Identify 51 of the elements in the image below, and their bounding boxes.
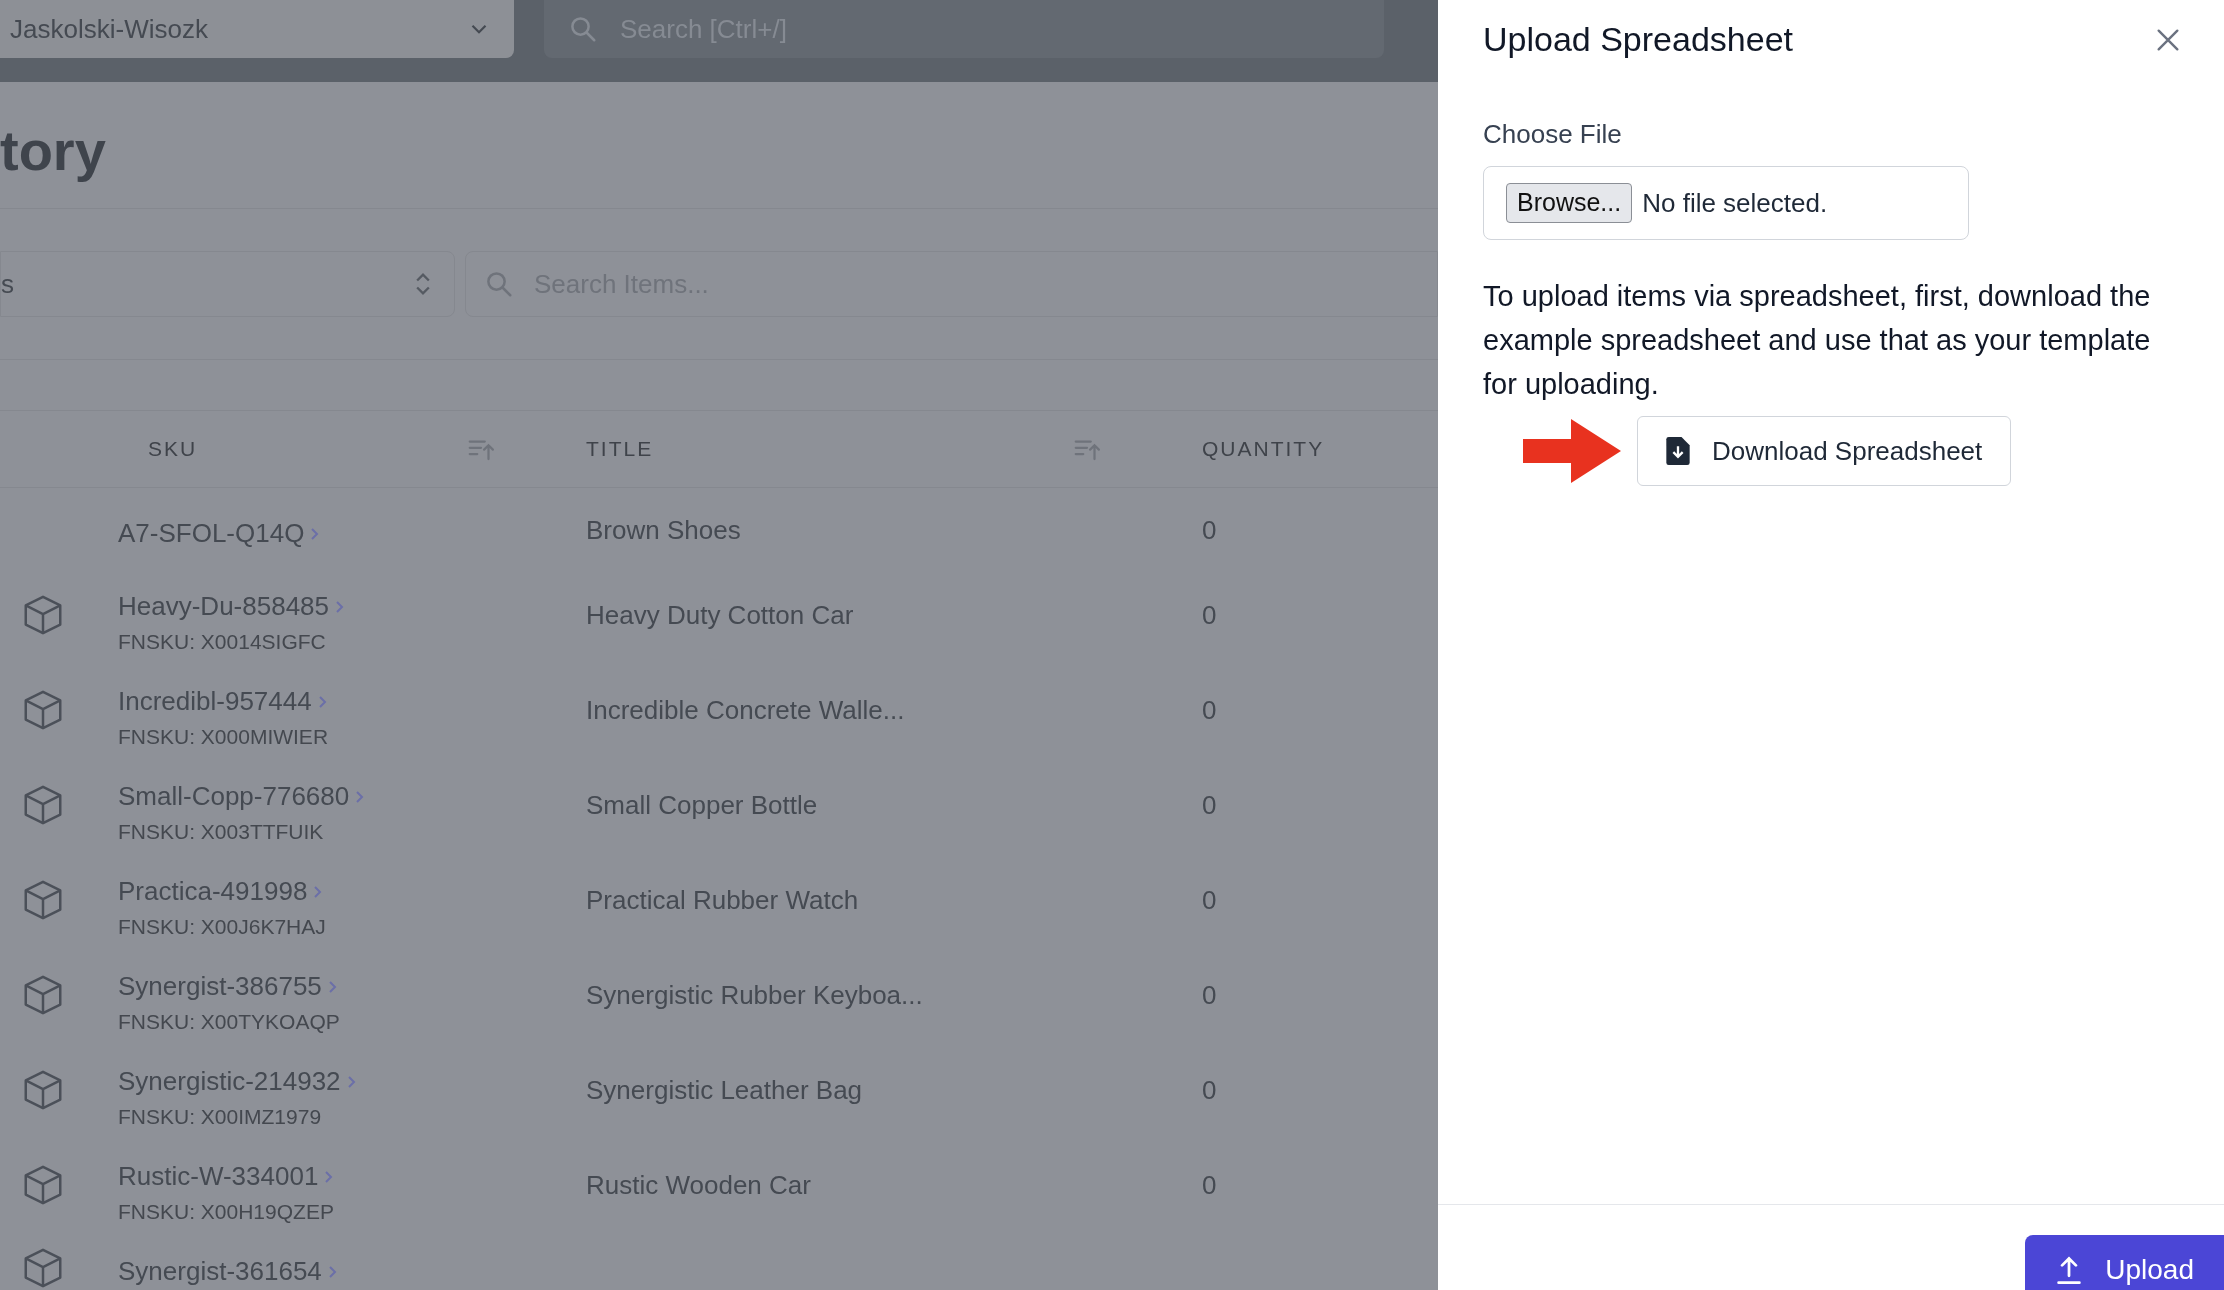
item-title: Rustic Wooden Car [586,1168,811,1202]
quantity-value: 0 [1202,598,1217,632]
sku-link[interactable]: Small-Copp-776680 [118,777,350,816]
column-header: SKU [148,436,198,463]
sku-link[interactable]: A7-SFOL-Q14Q [118,514,305,553]
fnsku-text: FNSKU: X0014SIGFC [118,629,327,655]
quantity-value: 0 [1202,883,1217,917]
item-title: Small Copper Bottle [586,788,818,822]
fnsku-text: FNSKU: X00TYKOAQP [118,1009,341,1035]
quantity-value: 0 [1202,1168,1217,1202]
search-icon [484,269,514,299]
sku-link[interactable]: Incredibl-957444 [118,682,312,721]
arrow-right-icon [1523,419,1621,483]
field-label: Choose File [1483,118,1623,151]
sku-link[interactable]: Rustic-W-334001 [118,1157,319,1196]
sku-link[interactable]: Synergist-386755 [118,967,322,1006]
item-title: Incredible Concrete Walle... [586,693,905,727]
fnsku-text: FNSKU: X003TTFUIK [118,819,325,845]
column-header: TITLE [586,436,654,463]
fnsku-text: FNSKU: X000MIWIER [118,724,330,750]
search-icon [568,14,598,44]
item-title: Synergistic Leather Bag [586,1073,863,1107]
browse-button[interactable]: Browse... [1506,183,1633,223]
sku-link[interactable]: Synergistic-214932 [118,1062,341,1101]
sku-link[interactable]: Practica-491998 [118,872,308,911]
download-spreadsheet-button[interactable]: Download Spreadsheet [1637,416,2012,486]
item-title: Practical Rubber Watch [586,883,859,917]
column-header: QUANTITY [1202,436,1325,463]
panel-title: Upload Spreadsheet [1483,19,1793,60]
file-status-text: No file selected. [1642,186,1828,220]
upload-button[interactable]: Upload [2025,1235,2224,1290]
quantity-value: 0 [1202,978,1217,1012]
page-title: tory [0,118,106,184]
fnsku-text: FNSKU: X00IMZ1979 [118,1104,323,1130]
upload-icon [2055,1255,2084,1285]
item-title: Synergistic Rubber Keyboa... [586,978,923,1012]
file-input-field[interactable]: Browse... No file selected. [1483,166,1969,240]
quantity-value: 0 [1202,693,1217,727]
fnsku-text: FNSKU: X00J6K7HAJ [118,914,327,940]
file-download-icon [1666,437,1690,465]
sku-link[interactable]: Synergist-361654 [118,1252,322,1290]
organization-select[interactable]: Jaskolski-Wisozk [0,0,514,58]
fnsku-text: FNSKU: X00H19QZEP [118,1199,335,1225]
item-title: Brown Shoes [586,513,741,547]
quantity-value: 0 [1202,788,1217,822]
instructions-text: To upload items via spreadsheet, first, download the example spreadsheet and use that as your template for uploading. [1483,279,2152,402]
item-title: Heavy Duty Cotton Car [586,598,854,632]
sku-link[interactable]: Heavy-Du-858485 [118,587,329,626]
filter-select[interactable]: s [0,251,455,317]
quantity-value: 0 [1202,513,1217,547]
quantity-value: 0 [1202,1073,1217,1107]
